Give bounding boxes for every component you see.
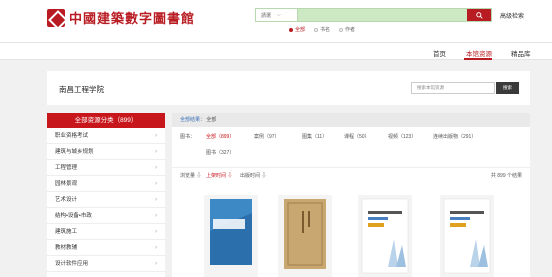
category-sidebar: 全部资源分类（899） 职业资格考试 › 建筑与城乡规划 › 工程管理 › 园林景观 ›… bbox=[47, 113, 165, 277]
filter-videos[interactable]: 视频（123） bbox=[388, 133, 416, 140]
search-type-select[interactable]: 請選 ⌵ bbox=[256, 9, 298, 21]
chevron-right-icon: › bbox=[155, 229, 157, 235]
chevron-right-icon: › bbox=[155, 245, 157, 251]
book-cover-image bbox=[204, 195, 258, 277]
filter-all[interactable]: 全部（899） bbox=[206, 133, 234, 140]
nav-home[interactable]: 首页 bbox=[433, 48, 446, 58]
book-card[interactable] bbox=[204, 195, 258, 277]
result-count: 共 899 个结果 bbox=[490, 173, 522, 179]
search-type-value: 請選 bbox=[261, 12, 272, 19]
book-cover-image bbox=[358, 195, 412, 277]
search-bar: 請選 ⌵ bbox=[255, 8, 492, 22]
sidebar-item-label: 工程管理 bbox=[55, 165, 78, 171]
filter-serials[interactable]: 连续出版物（291） bbox=[433, 133, 476, 140]
sidebar-item-label: 建筑施工 bbox=[55, 229, 78, 235]
sidebar-item-label: 结构•设备•市政 bbox=[55, 213, 92, 219]
main-nav: 首页 本馆资源 精品库 bbox=[0, 42, 552, 60]
radio-title[interactable]: 书名 bbox=[314, 26, 330, 33]
logo-mark-icon bbox=[47, 8, 65, 27]
chevron-right-icon: › bbox=[155, 181, 157, 187]
search-input[interactable] bbox=[298, 9, 467, 21]
sidebar-item[interactable]: 教材教辅 › bbox=[47, 240, 165, 256]
book-card[interactable] bbox=[440, 195, 494, 277]
search-button[interactable] bbox=[467, 9, 491, 21]
sidebar-item-label: 建筑与城乡规划 bbox=[55, 149, 94, 155]
sidebar-item-label: 设计软件应用 bbox=[55, 261, 89, 267]
sidebar-item-label: 教材教辅 bbox=[55, 245, 78, 251]
radio-dot-icon bbox=[339, 27, 344, 32]
radio-all[interactable]: 全部 bbox=[289, 26, 305, 33]
logo-text: 中國建築數字圖書館 bbox=[69, 12, 196, 27]
sidebar-item[interactable]: 职业资格考试 › bbox=[47, 128, 165, 144]
divider bbox=[172, 167, 530, 168]
institution-search-button[interactable]: 搜索 bbox=[496, 82, 519, 94]
filter-cases[interactable]: 案例（97） bbox=[254, 133, 280, 140]
site-header: 中國建築數字圖書館 請選 ⌵ 高级检索 全部 书名 作者 bbox=[0, 0, 552, 42]
nav-library-resources[interactable]: 本馆资源 bbox=[466, 48, 492, 58]
filter-label: 图书： bbox=[180, 134, 196, 140]
chevron-right-icon: › bbox=[155, 165, 157, 171]
category-header[interactable]: 全部资源分类（899） bbox=[47, 113, 165, 128]
chevron-right-icon: › bbox=[155, 261, 157, 267]
breadcrumb-value: 全部 bbox=[206, 117, 217, 123]
chevron-down-icon: ⌵ bbox=[277, 12, 281, 18]
nav-active-indicator bbox=[464, 58, 492, 60]
sidebar-item[interactable]: 工程管理 › bbox=[47, 160, 165, 176]
sort-publish-date[interactable]: 出版时间 ⇩ bbox=[240, 172, 266, 179]
chevron-right-icon: › bbox=[155, 133, 157, 139]
radio-author[interactable]: 作者 bbox=[339, 26, 355, 33]
filter-books[interactable]: 图书（327） bbox=[206, 149, 234, 156]
sidebar-item-label: 职业资格考试 bbox=[55, 133, 89, 139]
book-card[interactable] bbox=[278, 195, 332, 277]
sidebar-item[interactable]: 建筑与城乡规划 › bbox=[47, 144, 165, 160]
sidebar-item[interactable]: 设计软件应用 › bbox=[47, 256, 165, 272]
advanced-search-link[interactable]: 高级检索 bbox=[500, 11, 524, 20]
search-icon bbox=[475, 11, 483, 19]
book-card[interactable] bbox=[358, 195, 412, 277]
sort-shelf-date[interactable]: 上架时间 ⇩ bbox=[206, 172, 232, 179]
institution-search-input[interactable]: 搜索本馆资源 bbox=[411, 82, 495, 94]
book-cover-image bbox=[440, 195, 494, 277]
sort-views[interactable]: 浏览量 ⇩ bbox=[180, 172, 201, 179]
radio-label: 作者 bbox=[345, 27, 356, 33]
radio-label: 全部 bbox=[295, 27, 306, 33]
breadcrumb-prefix: 全部结果： bbox=[180, 117, 206, 123]
institution-panel: 南昌工程学院 搜索本馆资源 搜索 bbox=[47, 71, 530, 105]
sidebar-item[interactable]: 园林景观 › bbox=[47, 176, 165, 192]
sidebar-item[interactable]: 结构•设备•市政 › bbox=[47, 208, 165, 224]
sidebar-item[interactable]: 艺术设计 › bbox=[47, 192, 165, 208]
site-logo[interactable]: 中國建築數字圖書館 bbox=[47, 8, 195, 27]
book-cover-image bbox=[278, 195, 332, 277]
radio-dot-icon bbox=[289, 27, 293, 32]
sidebar-item-label: 艺术设计 bbox=[55, 197, 78, 203]
chevron-right-icon: › bbox=[155, 149, 157, 155]
sidebar-item[interactable]: 建筑施工 › bbox=[47, 224, 165, 240]
radio-label: 书名 bbox=[320, 27, 331, 33]
chevron-right-icon: › bbox=[155, 197, 157, 203]
chevron-right-icon: › bbox=[155, 213, 157, 219]
breadcrumb: 全部结果： 全部 bbox=[172, 113, 530, 127]
nav-premium-library[interactable]: 精品库 bbox=[511, 48, 531, 58]
results-panel: 全部结果： 全部 图书： 全部（899） 案例（97） 图集（11） 课程（50… bbox=[172, 113, 530, 277]
filter-atlas[interactable]: 图集（11） bbox=[302, 133, 327, 140]
search-scope-radios: 全部 书名 作者 bbox=[289, 26, 355, 33]
institution-name: 南昌工程学院 bbox=[59, 85, 104, 94]
sidebar-item-label: 园林景观 bbox=[55, 181, 78, 187]
radio-dot-icon bbox=[314, 27, 319, 32]
filter-courses[interactable]: 课程（50） bbox=[344, 133, 370, 140]
